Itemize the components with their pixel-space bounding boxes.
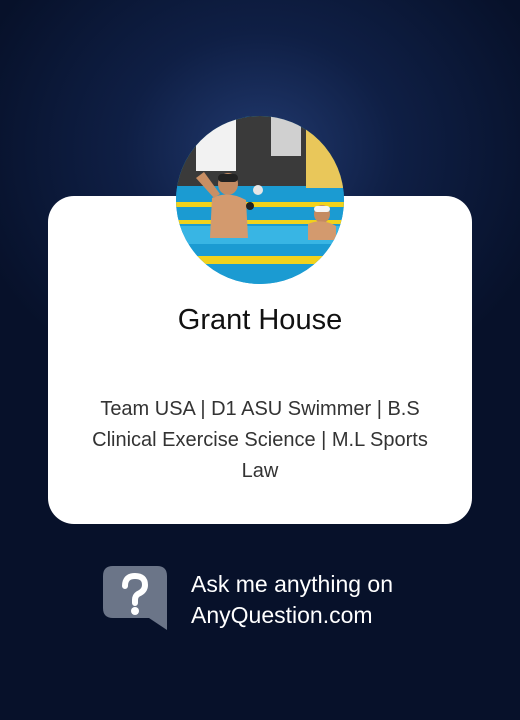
ask-me-promo[interactable]: Ask me anything on AnyQuestion.com	[103, 566, 433, 636]
profile-name: Grant House	[177, 304, 343, 336]
profile-avatar	[176, 116, 344, 284]
avatar-photo-icon	[176, 116, 344, 284]
promo-text[interactable]: Ask me anything on AnyQuestion.com	[191, 569, 393, 631]
promo-link[interactable]: AnyQuestion.com	[191, 600, 393, 631]
profile-bio: Team USA | D1 ASU Swimmer | B.S Clinical…	[92, 398, 428, 482]
promo-line1: Ask me anything on	[191, 571, 394, 597]
question-mark-logo-icon	[103, 566, 167, 630]
